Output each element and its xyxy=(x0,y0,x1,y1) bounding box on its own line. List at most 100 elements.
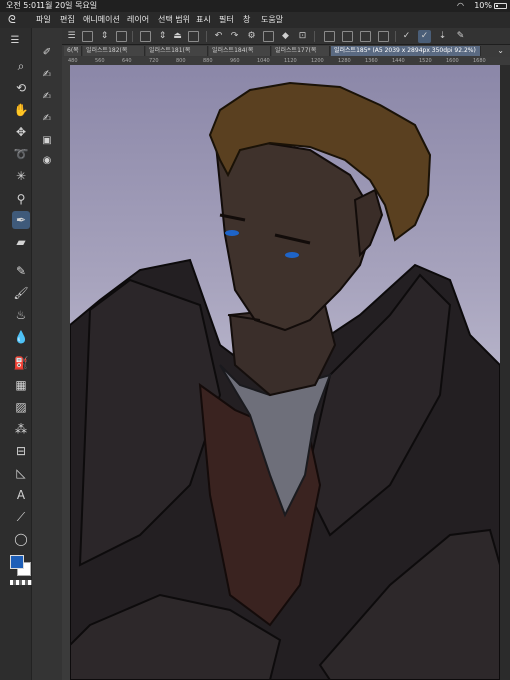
menu-help[interactable]: 도움말 xyxy=(261,12,283,28)
status-bar: 오전 5:01 1월 20일 목요일 ◠ 10% xyxy=(0,0,510,12)
vertical-ruler xyxy=(62,65,70,680)
tab-document-5[interactable]: 일러스트177(복 xyxy=(272,46,330,56)
eraser-icon[interactable]: ▰ xyxy=(12,233,30,251)
menu-file[interactable]: 파일 xyxy=(36,12,51,28)
redo-icon[interactable]: ↷ xyxy=(228,30,241,43)
fill-icon[interactable]: ⛽ xyxy=(12,354,30,372)
command-bar: ☰ ⇕ ⇕ ⏏ ↶ ↷ ⚙ ◆ ⊡ ✓ ✓ ⇣ ✎ xyxy=(62,28,510,45)
divider xyxy=(206,31,207,42)
horizontal-ruler: 480 560 640 720 800 880 960 1040 1120 12… xyxy=(62,57,510,65)
menu-filter[interactable]: 필터 xyxy=(219,12,234,28)
edit-icon[interactable]: ✎ xyxy=(454,30,467,43)
canvas-icon[interactable] xyxy=(116,31,127,42)
ruler-tick: 1280 xyxy=(338,58,351,64)
ruler-tick: 1680 xyxy=(473,58,486,64)
sub-tool-pen-c-icon[interactable]: ✍ xyxy=(38,110,56,128)
text-icon[interactable]: A xyxy=(12,486,30,504)
document-tabs: 6(복 일러스트182(복 일러스트181(복 일러스트184(복 일러스트17… xyxy=(62,45,510,57)
menu-edit[interactable]: 편집 xyxy=(60,12,75,28)
menu-icon[interactable]: ☰ xyxy=(65,30,78,43)
transform-icon[interactable]: ⊡ xyxy=(296,30,309,43)
new-icon[interactable] xyxy=(82,31,93,42)
menu-selection[interactable]: 선택 범위 xyxy=(158,12,190,28)
menu-window[interactable]: 창 xyxy=(243,12,250,28)
snap-ruler-icon[interactable] xyxy=(360,31,371,42)
app-logo-icon[interactable]: ᘓ xyxy=(8,14,20,26)
tone-pattern-icon[interactable]: ▨ xyxy=(12,398,30,416)
fill-icon[interactable]: ◆ xyxy=(279,30,292,43)
layer-up-icon[interactable]: ⇕ xyxy=(156,30,169,43)
ruler-tick: 560 xyxy=(95,58,105,64)
menu-bar: ᘓ 파일 편집 애니메이션 레이어 선택 범위 표시 필터 창 도움말 xyxy=(0,12,510,28)
snap-none-icon[interactable] xyxy=(324,31,335,42)
tab-document-3[interactable]: 일러스트181(복 xyxy=(146,46,208,56)
ruler-tick: 480 xyxy=(68,58,78,64)
stabilizer-icon[interactable]: ✓ xyxy=(418,30,431,43)
left-eye xyxy=(225,230,239,236)
snap-grid-icon[interactable] xyxy=(342,31,353,42)
status-date: 1월 20일 목요일 xyxy=(40,1,98,10)
sub-tool-pen-e-icon[interactable]: ◉ xyxy=(38,152,56,170)
chevron-down-icon[interactable]: ⌄ xyxy=(497,45,504,57)
ruler-tick: 1200 xyxy=(311,58,324,64)
frame-icon[interactable]: ⊟ xyxy=(12,442,30,460)
drawing-canvas[interactable] xyxy=(70,65,500,680)
correct-line-icon[interactable]: ⟋ xyxy=(12,508,30,526)
ruler-tick: 800 xyxy=(176,58,186,64)
ruler-tick: 640 xyxy=(122,58,132,64)
brush-icon[interactable]: 🖌 xyxy=(12,284,30,302)
ruler-tick: 1520 xyxy=(419,58,432,64)
sub-tool-pen-d-icon[interactable]: ▣ xyxy=(38,132,56,150)
main-color-swatch[interactable] xyxy=(10,555,24,569)
ruler-tick: 1120 xyxy=(284,58,297,64)
divider xyxy=(395,31,396,42)
ruler-tick: 960 xyxy=(230,58,240,64)
ruler-tick: 1600 xyxy=(446,58,459,64)
tab-document-1[interactable]: 6(복 xyxy=(64,46,82,56)
undo-icon[interactable]: ↶ xyxy=(212,30,225,43)
decoration-icon[interactable]: ⁂ xyxy=(12,420,30,438)
magic-wand-icon[interactable]: ✳ xyxy=(12,167,30,185)
divider xyxy=(314,31,315,42)
gradient-icon[interactable]: ▦ xyxy=(12,376,30,394)
pen-icon[interactable]: ✒ xyxy=(12,211,30,229)
pencil-icon[interactable]: ✎ xyxy=(12,262,30,280)
collapse-icon[interactable]: ☰ xyxy=(6,32,24,50)
ear-shape xyxy=(353,188,384,258)
layer-icon[interactable] xyxy=(188,31,199,42)
zoom-rotate-icon[interactable]: ⟲ xyxy=(12,79,30,97)
airbrush-icon[interactable]: ♨ xyxy=(12,306,30,324)
hand-icon[interactable]: ✋ xyxy=(12,101,30,119)
battery-percent: 10% xyxy=(474,1,492,10)
balloon-icon[interactable]: ◯ xyxy=(12,530,30,548)
menu-view[interactable]: 표시 xyxy=(196,12,211,28)
transparent-color-icon[interactable] xyxy=(10,580,32,585)
new-file-icon[interactable] xyxy=(140,31,151,42)
canvas-margin xyxy=(500,65,510,680)
tab-document-active[interactable]: 일러스트185* (A5 2039 x 2894px 350dpi 92.2%) xyxy=(331,46,481,56)
sub-tool-pen-b-icon[interactable]: ✍ xyxy=(38,88,56,106)
menu-layer[interactable]: 레이어 xyxy=(127,12,149,28)
tool-property-icon[interactable]: ⇕ xyxy=(98,30,111,43)
menu-animation[interactable]: 애니메이션 xyxy=(83,12,120,28)
move-icon[interactable]: ✥ xyxy=(12,123,30,141)
lasso-icon[interactable]: ➰ xyxy=(12,145,30,163)
ruler-tick: 1040 xyxy=(257,58,270,64)
correction-icon[interactable]: ✓ xyxy=(400,30,413,43)
sub-tool-settings-icon[interactable]: ✐ xyxy=(38,44,56,62)
wifi-icon: ◠ xyxy=(457,1,464,10)
tab-document-4[interactable]: 일러스트184(복 xyxy=(209,46,271,56)
eyedropper-icon[interactable]: ⚲ xyxy=(12,190,30,208)
snap-special-icon[interactable] xyxy=(378,31,389,42)
pressure-icon[interactable]: ⇣ xyxy=(436,30,449,43)
tab-document-2[interactable]: 일러스트182(복 xyxy=(83,46,145,56)
clear-icon[interactable]: ⚙ xyxy=(245,30,258,43)
ruler-tick: 1440 xyxy=(392,58,405,64)
ruler-icon[interactable]: ◺ xyxy=(12,464,30,482)
right-eye xyxy=(285,252,299,258)
blend-icon[interactable]: 💧 xyxy=(12,328,30,346)
sub-tool-pen-a-icon[interactable]: ✍ xyxy=(38,66,56,84)
select-all-icon[interactable] xyxy=(263,31,274,42)
save-icon[interactable]: ⏏ xyxy=(171,30,184,43)
zoom-icon[interactable]: ⌕ xyxy=(12,57,30,75)
